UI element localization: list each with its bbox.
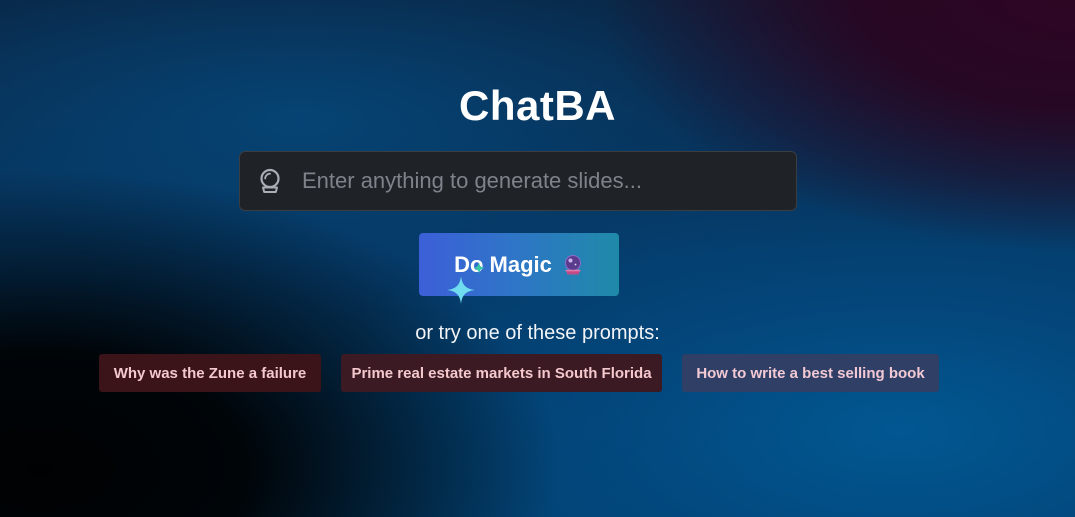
prompt-chip-real-estate[interactable]: Prime real estate markets in South Flori…: [341, 354, 662, 392]
crystal-ball-icon: [562, 254, 584, 276]
search-input[interactable]: [300, 152, 796, 210]
app-title: ChatBA: [459, 82, 616, 129]
search-box[interactable]: [239, 151, 797, 211]
crystal-ball-outline-icon: [240, 151, 300, 211]
prompt-chip-zune[interactable]: Why was the Zune a failure: [99, 354, 321, 392]
prompts-heading: or try one of these prompts:: [415, 322, 660, 344]
do-magic-label: Do Magic: [454, 251, 552, 277]
prompt-chip-best-selling-book[interactable]: How to write a best selling book: [682, 354, 939, 392]
page: ChatBA Do Magic: [0, 0, 1075, 517]
do-magic-button[interactable]: Do Magic: [419, 233, 619, 296]
